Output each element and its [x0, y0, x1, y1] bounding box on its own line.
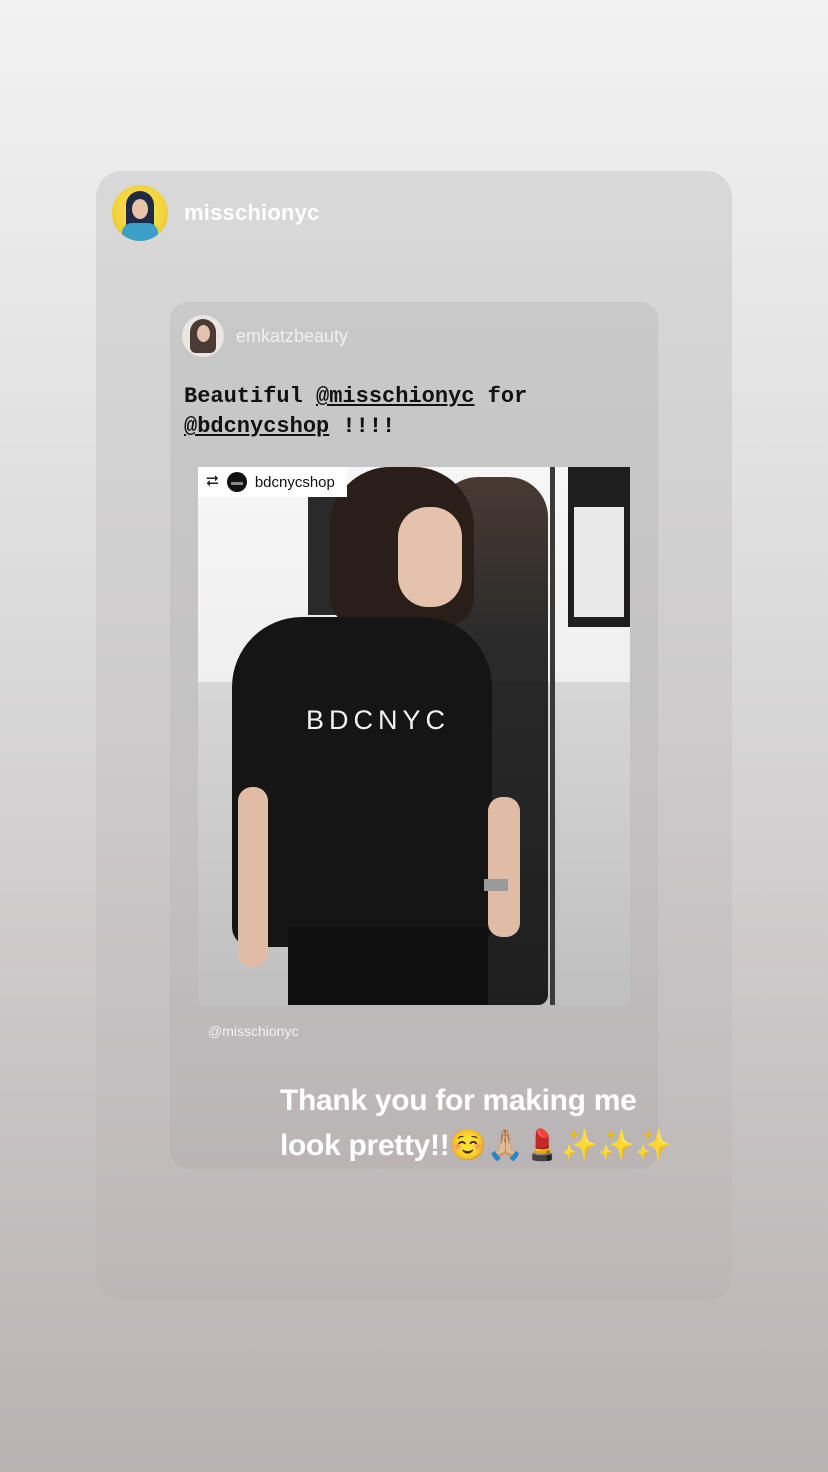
shared-post-header: emkatzbeauty [182, 315, 348, 357]
shared-post-caption: Beautiful @misschionyc for @bdcnycshop !… [184, 382, 644, 442]
overlay-text-line: Thank you for making me [280, 1084, 637, 1117]
avatar[interactable] [112, 185, 168, 241]
person-arm [488, 797, 520, 937]
mention-link-bdcnycshop[interactable]: @bdcnycshop [184, 414, 329, 439]
repost-account-avatar [226, 472, 247, 492]
mirror-edge [550, 467, 555, 1005]
repost-account-name: bdcnycshop [254, 473, 335, 491]
shirt-print-text: BDCNYC [306, 705, 451, 735]
watch [484, 879, 508, 891]
story-header: misschionyc [112, 185, 319, 241]
shared-post-avatar[interactable] [182, 315, 224, 357]
person-pants [288, 927, 488, 1005]
shared-post-photo[interactable]: BDCNYC ⮂ bdcnycshop [198, 467, 630, 1005]
shared-post-author[interactable]: emkatzbeauty [236, 326, 348, 347]
person-arm [238, 787, 268, 967]
caption-text: !!!! [329, 414, 396, 439]
photo-credit-tag[interactable]: @misschionyc [208, 1023, 298, 1039]
story-overlay-text: Thank you for making me look pretty!!☺️🙏… [280, 1078, 700, 1168]
avatar-shirt [122, 223, 158, 241]
person-face [398, 507, 462, 607]
overlay-text-line: look pretty!!☺️🙏🏼💄✨✨✨ [280, 1129, 672, 1162]
story-author-username[interactable]: misschionyc [184, 200, 319, 226]
avatar-face [132, 199, 148, 219]
window-pane [574, 507, 624, 617]
mention-link-misschionyc[interactable]: @misschionyc [316, 384, 474, 409]
person-shirt [232, 617, 492, 947]
repost-icon: ⮂ [206, 473, 219, 490]
shared-post-card[interactable]: emkatzbeauty Beautiful @misschionyc for … [170, 302, 658, 1169]
caption-text: Beautiful [184, 384, 317, 409]
photo-window [568, 467, 630, 627]
repost-badge[interactable]: ⮂ bdcnycshop [198, 467, 347, 497]
avatar-face [197, 325, 210, 342]
caption-text: for [474, 384, 528, 409]
